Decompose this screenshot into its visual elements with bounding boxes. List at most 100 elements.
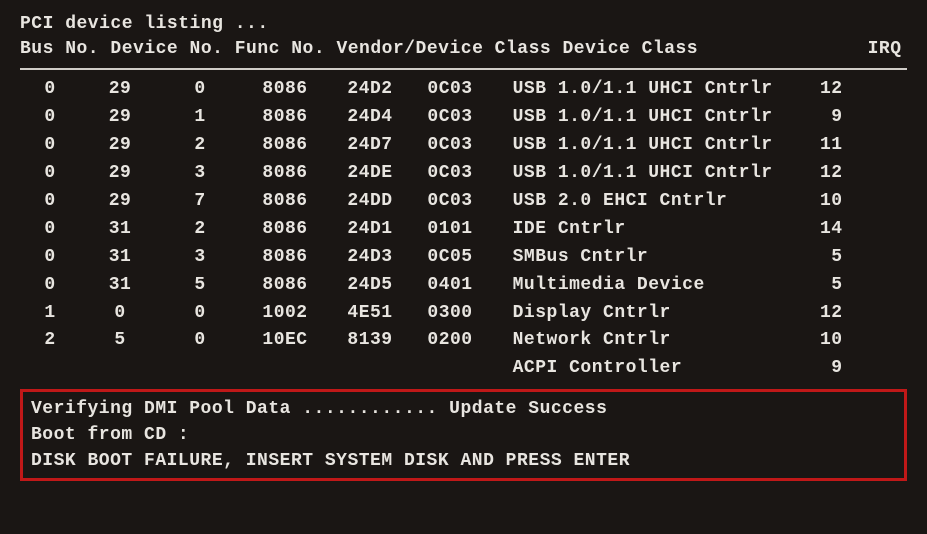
- cell-bus: 0: [20, 104, 80, 132]
- cell-bus: 0: [20, 272, 80, 300]
- cell-irq: 14: [793, 216, 843, 244]
- cell-name: USB 1.0/1.1 UHCI Cntrlr: [513, 132, 793, 160]
- cell-irq: 10: [793, 327, 843, 355]
- device-row: 0297808624DD0C03 USB 2.0 EHCI Cntrlr10: [20, 188, 907, 216]
- cell-func: 0: [160, 76, 240, 104]
- cell-vendor: 8086: [240, 104, 330, 132]
- cell-func: 2: [160, 216, 240, 244]
- cell-name: USB 1.0/1.1 UHCI Cntrlr: [513, 160, 793, 188]
- column-headers: Bus No. Device No. Func No. Vendor/Devic…: [20, 37, 907, 62]
- cell-device: 5: [80, 327, 160, 355]
- cell-name: Display Cntrlr: [513, 300, 793, 328]
- boot-error-box: Verifying DMI Pool Data ............ Upd…: [20, 389, 907, 481]
- device-row: 0315808624D50401 Multimedia Device5: [20, 272, 907, 300]
- cell-irq: 9: [793, 355, 843, 383]
- cell-func: 2: [160, 132, 240, 160]
- cell-class2: 0C03: [410, 132, 490, 160]
- cell-func: 1: [160, 104, 240, 132]
- cell-device: 31: [80, 244, 160, 272]
- cell-bus: 0: [20, 132, 80, 160]
- cell-irq: 12: [793, 160, 843, 188]
- cell-class: 4E51: [330, 300, 410, 328]
- device-row: 25010EC81390200 Network Cntrlr10: [20, 327, 907, 355]
- cell-func: 0: [160, 327, 240, 355]
- cell-irq: 5: [793, 272, 843, 300]
- device-row: 0291808624D40C03 USB 1.0/1.1 UHCI Cntrlr…: [20, 104, 907, 132]
- cell-class2: 0101: [410, 216, 490, 244]
- device-row: 0313808624D30C05 SMBus Cntrlr5: [20, 244, 907, 272]
- cell-name: ACPI Controller: [513, 355, 793, 383]
- device-row: 0293808624DE0C03 USB 1.0/1.1 UHCI Cntrlr…: [20, 160, 907, 188]
- cell-vendor: 8086: [240, 160, 330, 188]
- cell-class2: 0C03: [410, 76, 490, 104]
- cell-device: 31: [80, 272, 160, 300]
- cell-vendor: 1002: [240, 300, 330, 328]
- cell-bus: 1: [20, 300, 80, 328]
- cell-vendor: 8086: [240, 216, 330, 244]
- cell-name: IDE Cntrlr: [513, 216, 793, 244]
- cell-bus: 2: [20, 327, 80, 355]
- cell-vendor: 8086: [240, 244, 330, 272]
- cell-name: USB 1.0/1.1 UHCI Cntrlr: [513, 76, 793, 104]
- cell-bus: 0: [20, 188, 80, 216]
- cell-func: 3: [160, 160, 240, 188]
- cell-vendor: 8086: [240, 132, 330, 160]
- cell-name: USB 1.0/1.1 UHCI Cntrlr: [513, 104, 793, 132]
- cell-bus: 0: [20, 216, 80, 244]
- cell-device: 31: [80, 216, 160, 244]
- cell-class2: 0C03: [410, 104, 490, 132]
- cell-device: 29: [80, 160, 160, 188]
- cell-class: 24D1: [330, 216, 410, 244]
- cell-class2: 0300: [410, 300, 490, 328]
- cell-vendor: 8086: [240, 188, 330, 216]
- device-table: 0290808624D20C03 USB 1.0/1.1 UHCI Cntrlr…: [20, 76, 907, 383]
- cell-class2: 0401: [410, 272, 490, 300]
- device-row: 10010024E510300 Display Cntrlr12: [20, 300, 907, 328]
- cell-vendor: 10EC: [240, 327, 330, 355]
- device-row: 0292808624D70C03 USB 1.0/1.1 UHCI Cntrlr…: [20, 132, 907, 160]
- dmi-status: Verifying DMI Pool Data ............ Upd…: [31, 396, 896, 422]
- boot-source: Boot from CD :: [31, 422, 896, 448]
- cell-irq: 5: [793, 244, 843, 272]
- cell-func: 0: [160, 300, 240, 328]
- cell-device: 29: [80, 132, 160, 160]
- cell-class: 24D7: [330, 132, 410, 160]
- cell-device: 29: [80, 188, 160, 216]
- cell-irq: 12: [793, 300, 843, 328]
- cell-class2: 0C03: [410, 160, 490, 188]
- cell-device: 0: [80, 300, 160, 328]
- cell-name: USB 2.0 EHCI Cntrlr: [513, 188, 793, 216]
- cell-device: 29: [80, 104, 160, 132]
- cell-name: SMBus Cntrlr: [513, 244, 793, 272]
- cell-irq: 12: [793, 76, 843, 104]
- device-row: 0290808624D20C03 USB 1.0/1.1 UHCI Cntrlr…: [20, 76, 907, 104]
- device-row: ACPI Controller9: [20, 355, 907, 383]
- header-divider: [20, 68, 907, 70]
- cell-class: 24D2: [330, 76, 410, 104]
- cell-name: Multimedia Device: [513, 272, 793, 300]
- cell-irq: 10: [793, 188, 843, 216]
- cell-name: Network Cntrlr: [513, 327, 793, 355]
- cell-func: 3: [160, 244, 240, 272]
- cell-class: 8139: [330, 327, 410, 355]
- cell-class: 24D5: [330, 272, 410, 300]
- pci-listing-title: PCI device listing ...: [20, 12, 907, 37]
- cell-func: 7: [160, 188, 240, 216]
- cell-device: 29: [80, 76, 160, 104]
- cell-class: 24D4: [330, 104, 410, 132]
- cell-class2: 0C03: [410, 188, 490, 216]
- cell-irq: 11: [793, 132, 843, 160]
- cell-class: 24DD: [330, 188, 410, 216]
- device-row: 0312808624D10101 IDE Cntrlr14: [20, 216, 907, 244]
- cell-vendor: 8086: [240, 76, 330, 104]
- cell-vendor: 8086: [240, 272, 330, 300]
- cell-class: 24D3: [330, 244, 410, 272]
- cell-bus: 0: [20, 244, 80, 272]
- boot-failure-message: DISK BOOT FAILURE, INSERT SYSTEM DISK AN…: [31, 448, 896, 474]
- cell-bus: 0: [20, 76, 80, 104]
- cell-irq: 9: [793, 104, 843, 132]
- cell-bus: 0: [20, 160, 80, 188]
- cell-func: 5: [160, 272, 240, 300]
- cell-class2: 0C05: [410, 244, 490, 272]
- cell-class2: 0200: [410, 327, 490, 355]
